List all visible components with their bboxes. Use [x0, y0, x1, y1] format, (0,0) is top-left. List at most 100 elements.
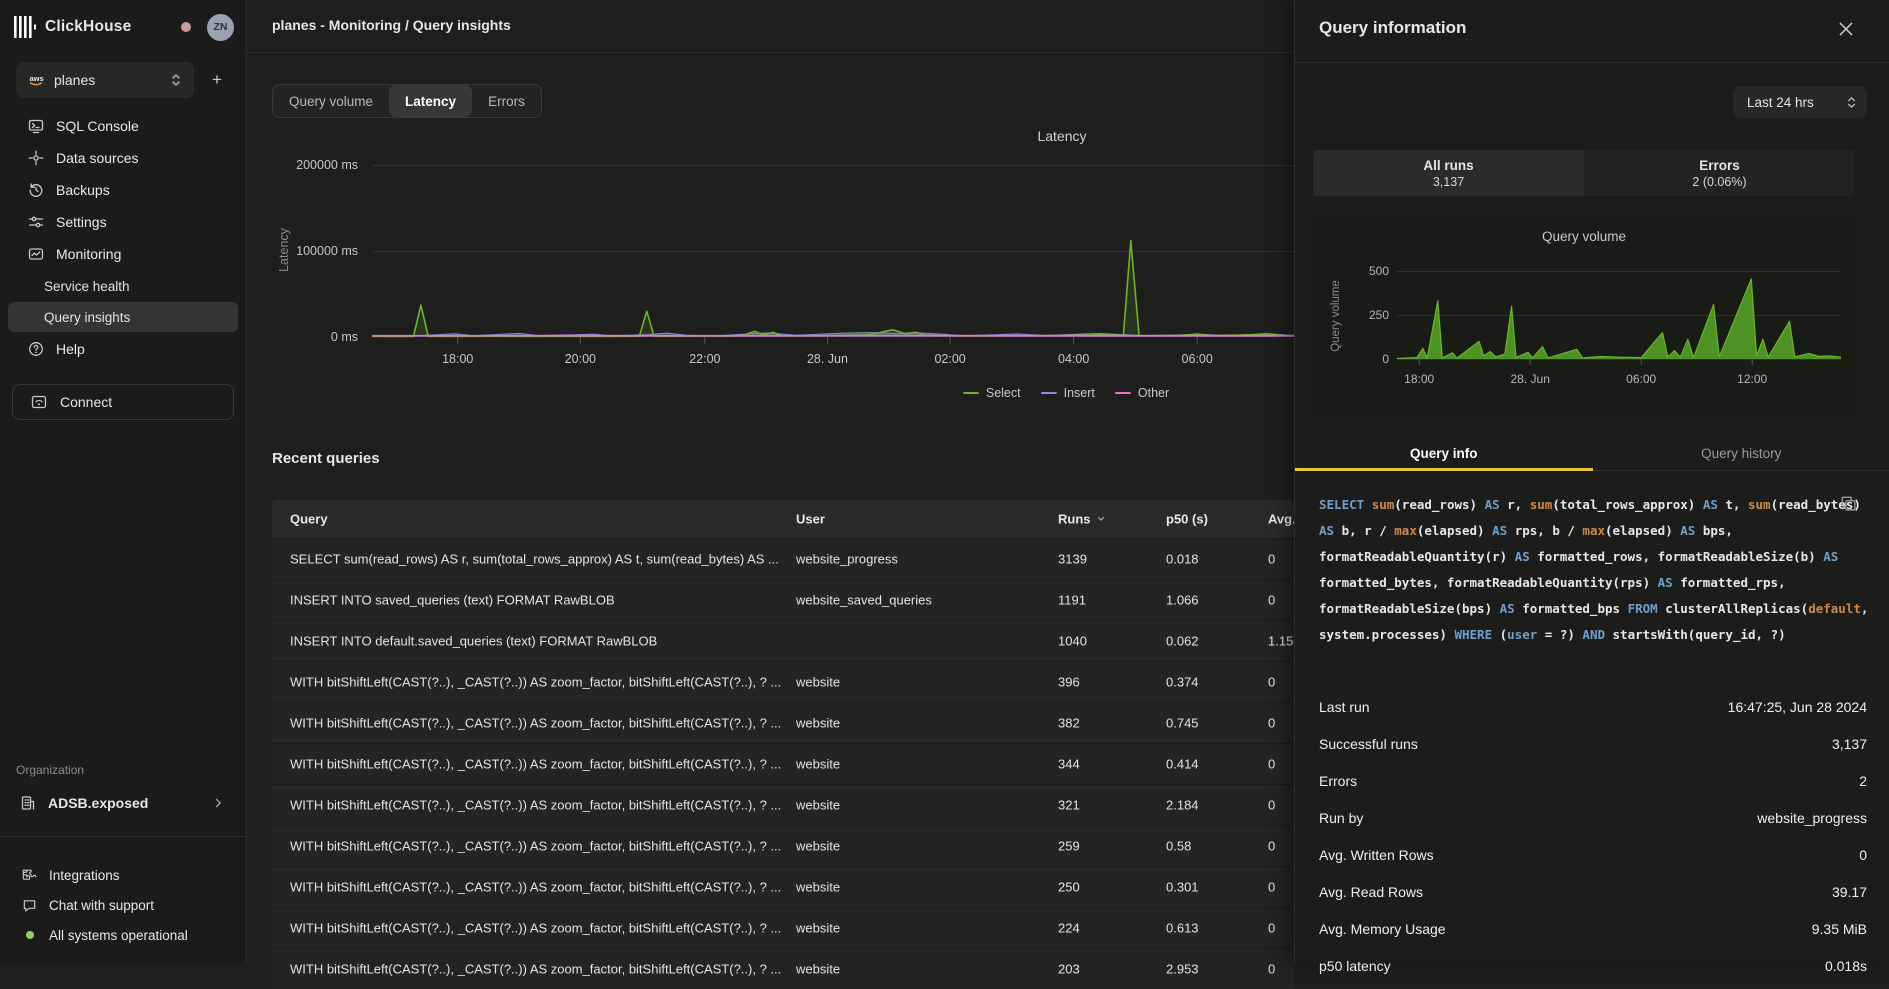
footer-item-chat-with-support[interactable]: Chat with support: [8, 890, 238, 920]
workspace-selector[interactable]: aws planes: [16, 62, 194, 98]
cell-avg: 1.15: [1268, 634, 1293, 649]
table-row[interactable]: WITH bitShiftLeft(CAST(?..), _CAST(?..))…: [272, 825, 1294, 866]
segment-all-runs[interactable]: All runs3,137: [1313, 150, 1584, 196]
cell-p50: 0.018: [1166, 552, 1199, 567]
cell-p50: 0.613: [1166, 921, 1199, 936]
stat-label: Avg. Memory Usage: [1319, 921, 1446, 937]
sidebar-item-data-sources[interactable]: Data sources: [8, 142, 238, 174]
cell-query: WITH bitShiftLeft(CAST(?..), _CAST(?..))…: [290, 798, 781, 813]
query-information-panel: Query information Last 24 hrs All runs3,…: [1294, 0, 1889, 963]
code-line: formatReadableSize(bps) AS formatted_bps…: [1319, 596, 1864, 622]
close-icon[interactable]: [1837, 20, 1859, 42]
column-header-p50-s[interactable]: p50 (s): [1166, 512, 1208, 527]
settings-icon: [28, 214, 44, 230]
table-row[interactable]: WITH bitShiftLeft(CAST(?..), _CAST(?..))…: [272, 907, 1294, 948]
connect-button[interactable]: Connect: [12, 384, 234, 420]
table-row[interactable]: WITH bitShiftLeft(CAST(?..), _CAST(?..))…: [272, 661, 1294, 702]
legend-item-other[interactable]: Other: [1115, 386, 1169, 400]
latency-chart[interactable]: [372, 155, 1294, 355]
timeframe-select[interactable]: Last 24 hrs: [1733, 86, 1867, 118]
cell-query: SELECT sum(read_rows) AS r, sum(total_ro…: [290, 552, 779, 567]
cell-p50: 0.301: [1166, 880, 1199, 895]
cell-user: website: [796, 757, 840, 772]
sidebar-item-service-health[interactable]: Service health: [8, 271, 238, 301]
cell-p50: 2.953: [1166, 962, 1199, 977]
column-header-runs[interactable]: Runs: [1058, 512, 1106, 527]
table-row[interactable]: INSERT INTO saved_queries (text) FORMAT …: [272, 579, 1294, 620]
cell-user: website_saved_queries: [796, 593, 932, 608]
y-tick-label: 500: [1349, 264, 1389, 278]
stat-row-errors: Errors2: [1319, 762, 1867, 799]
table-row[interactable]: WITH bitShiftLeft(CAST(?..), _CAST(?..))…: [272, 702, 1294, 743]
console-icon: [28, 118, 44, 134]
legend-swatch: [1041, 392, 1057, 395]
tab-errors[interactable]: Errors: [472, 85, 541, 117]
legend-label: Insert: [1064, 386, 1095, 400]
cell-query: INSERT INTO saved_queries (text) FORMAT …: [290, 593, 615, 608]
timeframe-value: Last 24 hrs: [1747, 95, 1814, 110]
cell-avg: 0: [1268, 593, 1275, 608]
chat-icon: [22, 898, 37, 913]
table-row[interactable]: WITH bitShiftLeft(CAST(?..), _CAST(?..))…: [272, 743, 1294, 784]
table-row[interactable]: WITH bitShiftLeft(CAST(?..), _CAST(?..))…: [272, 784, 1294, 825]
avatar[interactable]: ZN: [207, 14, 234, 41]
sidebar-item-sql-console[interactable]: SQL Console: [8, 110, 238, 142]
cell-avg: 0: [1268, 962, 1275, 977]
table-row[interactable]: WITH bitShiftLeft(CAST(?..), _CAST(?..))…: [272, 948, 1294, 989]
cell-user: website: [796, 716, 840, 731]
cell-user: website: [796, 798, 840, 813]
sidebar-divider: [0, 836, 246, 837]
code-line: SELECT sum(read_rows) AS r, sum(total_ro…: [1319, 492, 1864, 518]
tab-query-volume[interactable]: Query volume: [273, 85, 389, 117]
legend-item-select[interactable]: Select: [963, 386, 1021, 400]
segment-errors[interactable]: Errors2 (0.06%): [1584, 150, 1855, 196]
chart-tabs: Query volumeLatencyErrors: [272, 84, 542, 118]
column-header-avg[interactable]: Avg.: [1268, 512, 1296, 527]
sidebar-item-query-insights[interactable]: Query insights: [8, 302, 238, 332]
stat-value: 0.018s: [1825, 958, 1867, 974]
notification-dot[interactable]: [181, 22, 191, 32]
cell-query: WITH bitShiftLeft(CAST(?..), _CAST(?..))…: [290, 757, 781, 772]
code-line: AS b, r / max(elapsed) AS rps, b / max(e…: [1319, 518, 1864, 544]
footer-item-integrations[interactable]: Integrations: [8, 860, 238, 890]
table-row[interactable]: WITH bitShiftLeft(CAST(?..), _CAST(?..))…: [272, 866, 1294, 907]
help-icon: [28, 341, 44, 357]
x-tick-label: 02:00: [934, 352, 965, 366]
sidebar-item-settings[interactable]: Settings: [8, 206, 238, 238]
column-header-user[interactable]: User: [796, 512, 825, 527]
sidebar-item-label: Data sources: [56, 150, 138, 166]
table-row[interactable]: INSERT INTO default.saved_queries (text)…: [272, 620, 1294, 661]
column-header-query[interactable]: Query: [290, 512, 328, 527]
query-volume-title: Query volume: [1313, 229, 1855, 244]
stat-row-run-by: Run bywebsite_progress: [1319, 799, 1867, 836]
add-service-button[interactable]: +: [206, 70, 228, 92]
x-tick-label: 22:00: [689, 352, 720, 366]
cell-user: website: [796, 675, 840, 690]
sidebar-footer: IntegrationsChat with support All systems…: [0, 860, 246, 950]
cell-runs: 224: [1058, 921, 1080, 936]
table-row[interactable]: SELECT sum(read_rows) AS r, sum(total_ro…: [272, 538, 1294, 579]
cell-p50: 0.745: [1166, 716, 1199, 731]
sidebar-item-backups[interactable]: Backups: [8, 174, 238, 206]
footer-item-all-systems-operational[interactable]: All systems operational: [8, 920, 238, 950]
query-volume-chart[interactable]: [1397, 255, 1841, 369]
main-header: planes - Monitoring / Query insights: [246, 0, 1294, 53]
sidebar-item-help[interactable]: Help: [8, 333, 238, 365]
segment-value: 2 (0.06%): [1692, 175, 1746, 189]
x-tick-label: 18:00: [442, 352, 473, 366]
legend-label: Select: [986, 386, 1021, 400]
cell-runs: 382: [1058, 716, 1080, 731]
cell-query: WITH bitShiftLeft(CAST(?..), _CAST(?..))…: [290, 962, 781, 977]
tab-query-history[interactable]: Query history: [1593, 436, 1889, 470]
tab-latency[interactable]: Latency: [389, 85, 472, 117]
copy-icon[interactable]: [1840, 495, 1857, 512]
sidebar-item-monitoring[interactable]: Monitoring: [8, 238, 238, 270]
organization-item[interactable]: ADSB.exposed: [12, 788, 234, 818]
legend-item-insert[interactable]: Insert: [1041, 386, 1095, 400]
query-volume-y-axis-label: Query volume: [1329, 266, 1343, 366]
y-tick-label: 0: [1349, 352, 1389, 366]
workspace-name: planes: [54, 72, 95, 88]
latency-chart-title: Latency: [1012, 128, 1112, 144]
tab-query-info[interactable]: Query info: [1295, 436, 1593, 470]
footer-item-label: All systems operational: [49, 928, 188, 943]
